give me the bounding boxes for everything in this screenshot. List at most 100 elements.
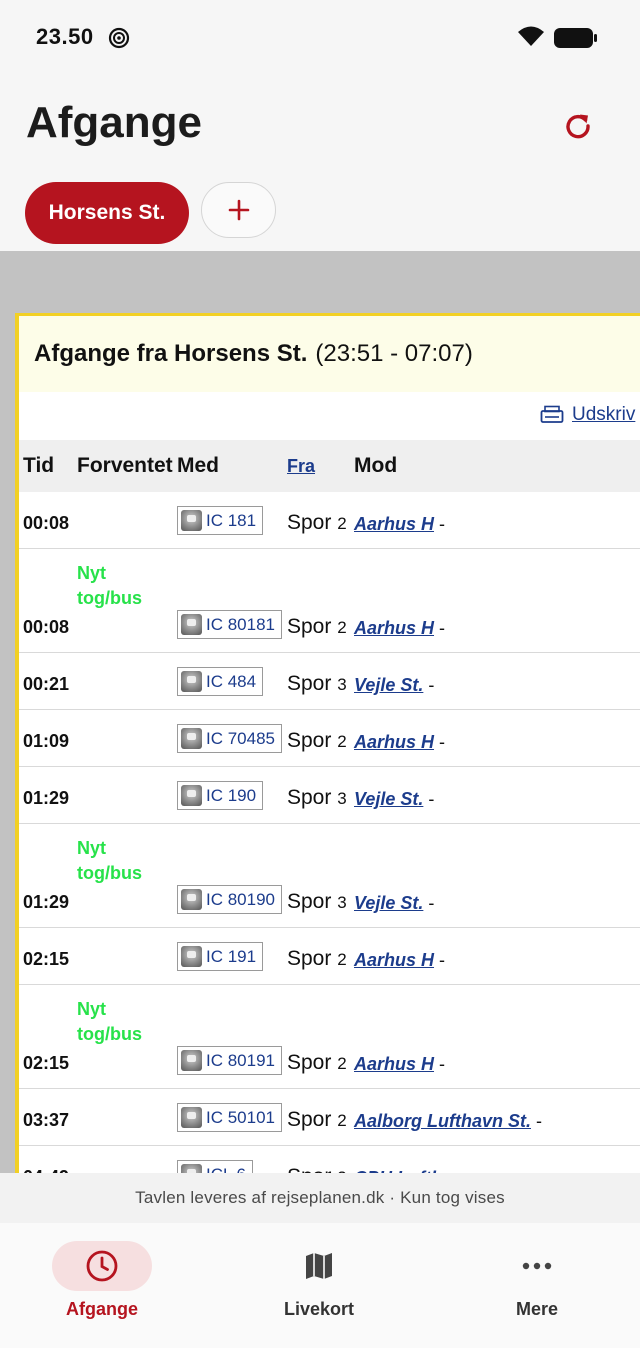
track-info: Spor 3: [287, 786, 347, 810]
track-info: Spor 2: [287, 1051, 347, 1075]
col-med: Med: [177, 454, 219, 477]
board-time-range: (23:51 - 07:07): [315, 340, 473, 367]
track-info: Spor 2: [287, 615, 347, 639]
nav-livekort[interactable]: Livekort: [244, 1241, 394, 1331]
train-icon: [181, 889, 202, 910]
destination-suffix: -: [439, 514, 446, 534]
track-number: 3: [337, 789, 347, 808]
col-mod: Mod: [354, 454, 398, 477]
train-badge[interactable]: IC 80191: [177, 1046, 282, 1075]
train-icon: [181, 728, 202, 749]
destination-suffix: -: [536, 1111, 543, 1131]
track-word: Spor: [287, 511, 332, 534]
nav-mere[interactable]: Mere: [462, 1241, 612, 1331]
train-number: IC 80191: [206, 1050, 275, 1070]
track-word: Spor: [287, 1051, 332, 1074]
bottom-nav: Afgange Livekort Mere: [0, 1223, 640, 1348]
train-number: IC 484: [206, 671, 257, 691]
destination-suffix: -: [428, 893, 435, 913]
print-link[interactable]: Udskriv: [540, 404, 635, 426]
destination-link[interactable]: Aarhus H: [354, 618, 434, 638]
departure-row: 03:37 IC 50101 Spor 2 Aalborg Lufthavn St. …: [19, 1089, 640, 1146]
departure-time: 02:15: [23, 949, 70, 969]
destination: Aalborg Lufthavn St. -: [354, 1111, 542, 1132]
train-badge[interactable]: IC 80181: [177, 610, 282, 639]
destination: Aarhus H -: [354, 1054, 445, 1075]
track-word: Spor: [287, 786, 332, 809]
status-time: 23.50: [36, 24, 94, 49]
track-word: Spor: [287, 947, 332, 970]
status-bar: 23.50: [0, 0, 640, 76]
train-badge[interactable]: IC 190: [177, 781, 264, 810]
train-badge[interactable]: IC 50101: [177, 1103, 282, 1132]
departure-board: Afgange fra Horsens St. (23:51 - 07:07) …: [15, 313, 640, 1173]
track-info: Spor 3: [287, 890, 347, 914]
track-word: Spor: [287, 1108, 332, 1131]
departure-row: 01:29 IC 190 Spor 3 Vejle St. -: [19, 767, 640, 824]
destination-link[interactable]: Vejle St.: [354, 893, 423, 913]
train-badge[interactable]: IC 191: [177, 942, 264, 971]
track-info: Spor 2: [287, 729, 347, 753]
destination-link[interactable]: Aarhus H: [354, 514, 434, 534]
nav-livekort-pill: [269, 1241, 369, 1291]
track-number: 2: [337, 1111, 347, 1130]
train-badge[interactable]: IC 181: [177, 506, 264, 535]
train-number: IC 80181: [206, 614, 275, 634]
add-station-button[interactable]: [201, 182, 276, 238]
departure-time: 01:29: [23, 788, 70, 808]
focus-icon: [108, 27, 130, 49]
destination: Vejle St. -: [354, 789, 434, 810]
track-info: Spor 2: [287, 511, 347, 535]
battery-icon: [554, 28, 597, 48]
destination-link[interactable]: Aarhus H: [354, 1054, 434, 1074]
train-number: IC 190: [206, 785, 257, 805]
departure-board-area[interactable]: Afgange fra Horsens St. (23:51 - 07:07) …: [0, 251, 640, 1173]
destination-link[interactable]: Aalborg Lufthavn St.: [354, 1111, 531, 1131]
track-word: Spor: [287, 729, 332, 752]
destination-suffix: -: [428, 675, 435, 695]
col-fra-sort[interactable]: Fra: [287, 456, 315, 477]
departure-time: 00:08: [23, 617, 70, 637]
more-icon: [522, 1262, 552, 1270]
nav-afgange-pill: [52, 1241, 152, 1291]
departure-row: Nyt tog/bus 02:15 IC 80191 Spor 2 Aarhus H -: [19, 985, 640, 1089]
departure-note: Nyt tog/bus: [77, 838, 142, 883]
train-icon: [181, 946, 202, 967]
departure-row: 02:15 IC 191 Spor 2 Aarhus H -: [19, 928, 640, 985]
track-info: Spor 2: [287, 1108, 347, 1132]
col-tid: Tid: [23, 454, 55, 477]
train-badge[interactable]: IC 70485: [177, 724, 282, 753]
train-badge[interactable]: IC 484: [177, 667, 264, 696]
train-number: IC 181: [206, 510, 257, 530]
destination: Aarhus H -: [354, 618, 445, 639]
track-info: Spor 3: [287, 1165, 347, 1173]
refresh-button[interactable]: [556, 104, 600, 148]
refresh-icon: [566, 114, 590, 139]
departure-time: 00:08: [23, 513, 70, 533]
footer-note: Tavlen leveres af rejseplanen.dk · Kun t…: [0, 1173, 640, 1223]
departure-time: 01:09: [23, 731, 70, 751]
destination: Aarhus H -: [354, 514, 445, 535]
train-number: IC 50101: [206, 1107, 275, 1127]
destination-link[interactable]: Vejle St.: [354, 789, 423, 809]
wifi-icon: [518, 26, 544, 46]
destination-suffix: -: [439, 1054, 446, 1074]
col-forventet: Forventet: [77, 454, 173, 477]
track-word: Spor: [287, 890, 332, 913]
departure-time: 02:15: [23, 1053, 70, 1073]
departure-time: 03:37: [23, 1110, 70, 1130]
destination-link[interactable]: Vejle St.: [354, 675, 423, 695]
station-chip-horsens[interactable]: Horsens St.: [25, 182, 189, 244]
train-badge[interactable]: IC 80190: [177, 885, 282, 914]
destination-link[interactable]: Aarhus H: [354, 732, 434, 752]
print-label: Udskriv: [572, 404, 636, 425]
train-badge[interactable]: ICL 6: [177, 1160, 254, 1173]
board-title: Afgange fra Horsens St.: [34, 340, 308, 367]
page-title: Afgange: [26, 98, 202, 147]
departure-note: Nyt tog/bus: [77, 999, 142, 1044]
destination-link[interactable]: Aarhus H: [354, 950, 434, 970]
train-icon: [181, 785, 202, 806]
nav-afgange[interactable]: Afgange: [27, 1241, 177, 1331]
train-icon: [181, 614, 202, 635]
print-row: Udskriv: [19, 392, 640, 440]
